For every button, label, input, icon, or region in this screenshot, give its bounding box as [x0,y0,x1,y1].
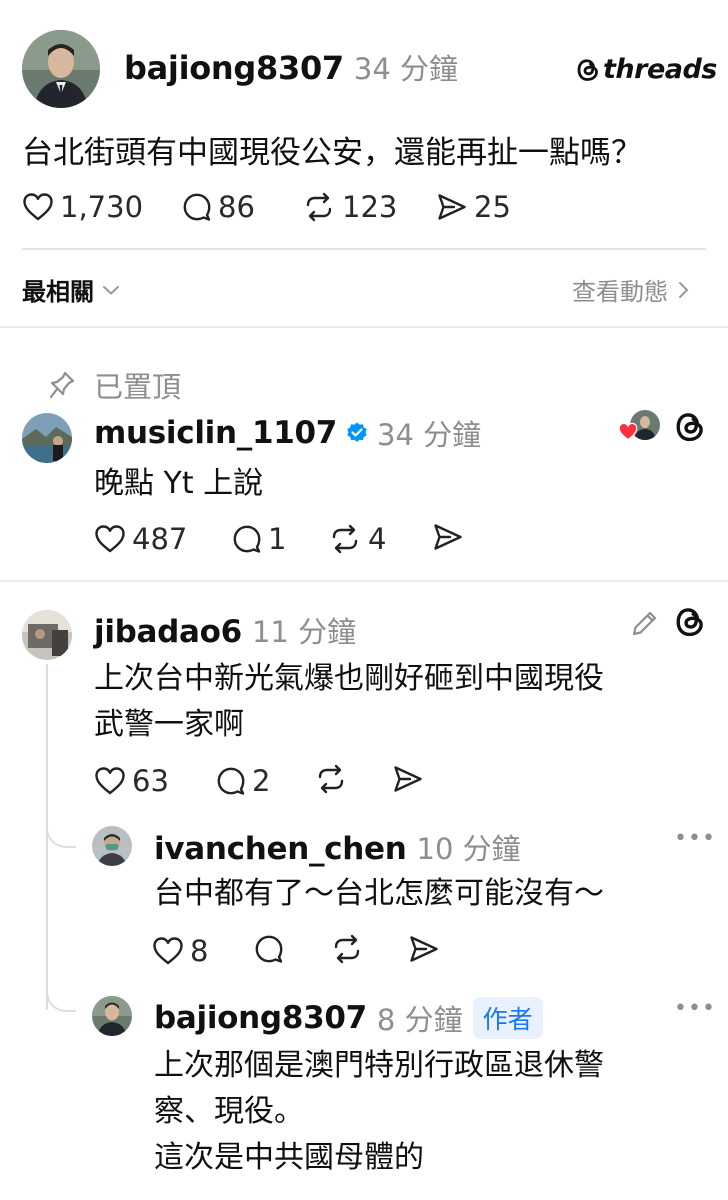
pinned-like-button[interactable]: 487 [94,522,187,556]
reply2-repost-button[interactable] [330,934,364,964]
post-text: 台北街頭有中國現役公安，還能再扯一點嗎？ [22,135,642,171]
section-separator [0,580,728,582]
share-button[interactable]: 25 [436,190,511,224]
send-icon [410,936,438,962]
reply2-text: 台中都有了～台北怎麼可能沒有～ [154,876,604,911]
repost-icon [332,524,358,554]
reply-avatar[interactable] [22,413,72,463]
threads-small-icon[interactable] [674,605,706,639]
reply-count: 86 [218,190,255,224]
post-divider [22,248,706,250]
edit-icon[interactable] [630,608,660,638]
heart-icon [23,193,53,221]
reply-username[interactable]: bajiong8307 [154,1000,367,1036]
comment-icon [183,193,211,221]
comment-icon [233,525,261,553]
reply-button[interactable]: 86 [182,190,255,224]
reply-time: 34 分鐘 [377,418,482,452]
reply2-header: ivanchen_chen 10 分鐘 [154,826,521,868]
reply1-text-line2: 武警一家啊 [94,707,244,742]
chevron-right-icon [679,281,689,298]
reply3-text-line2: 察、現役。 [154,1094,304,1129]
pinned-like-count: 487 [132,522,188,556]
author-username[interactable]: bajiong8307 [124,49,344,87]
comment-icon [255,935,283,963]
reply-username[interactable]: musiclin_1107 [94,415,337,451]
send-icon [434,524,462,550]
sort-dropdown[interactable]: 最相關 [22,272,120,307]
pinned-reply-text: 晚點 Yt 上說 [94,466,264,501]
pinned-reply-button[interactable]: 1 [232,522,286,556]
pinned-repost-button[interactable]: 4 [328,522,386,556]
post-time: 34 分鐘 [353,52,458,86]
pinned-indicator: 已置頂 [48,364,181,406]
pinned-label: 已置頂 [94,370,182,404]
like-button[interactable]: 1,730 [22,190,143,224]
reply2-like-count: 8 [190,934,209,968]
reply-time: 11 分鐘 [251,615,357,649]
threads-logo: threads [576,54,717,85]
reply3-text-line1: 上次那個是澳門特別行政區退休警 [154,1048,604,1083]
reply3-text: 上次那個是澳門特別行政區退休警 察、現役。 這次是中共國母體的 [154,1043,604,1181]
reply1-header: jibadao6 11 分鐘 [94,609,356,651]
repost-icon [306,192,332,222]
pinned-reply-header: musiclin_1107 34 分鐘 [94,412,481,454]
post-header: bajiong8307 34 分鐘 [124,46,458,88]
reply2-like-button[interactable]: 8 [152,934,208,968]
threads-logo-icon [577,58,598,81]
sort-label: 最相關 [22,278,94,306]
reply1-reply-button[interactable]: 2 [216,764,270,798]
repost-count: 123 [342,190,398,224]
reply1-text: 上次台中新光氣爆也剛好砸到中國現役 武警一家啊 [94,656,604,748]
pin-icon [49,371,75,399]
repost-button[interactable]: 123 [302,190,397,224]
reply1-like-count: 63 [132,764,169,798]
reply1-text-line1: 上次台中新光氣爆也剛好砸到中國現役 [94,661,604,696]
like-count: 1,730 [60,190,144,224]
heart-icon [95,525,125,553]
reply-username[interactable]: ivanchen_chen [154,831,407,867]
reply3-text-line3: 這次是中共國母體的 [154,1140,424,1175]
reply-time: 10 分鐘 [416,832,521,866]
verified-badge-icon [347,422,367,442]
repost-icon [334,934,360,964]
threads-small-icon[interactable] [674,410,706,444]
author-avatar[interactable] [22,30,100,108]
share-count: 25 [474,190,511,224]
heart-filled-icon [618,422,638,441]
threads-wordmark: threads [603,54,717,85]
reply1-like-button[interactable]: 63 [94,764,169,798]
repost-icon [318,764,344,794]
send-icon [438,194,466,220]
heart-icon [153,937,183,965]
author-badge: 作者 [472,997,543,1039]
thread-branch-2 [46,966,76,1012]
reply1-share-button[interactable] [392,764,424,794]
more-options-icon[interactable]: ••• [674,826,716,851]
author-liked-indicator [618,410,662,444]
more-options-icon[interactable]: ••• [674,996,716,1021]
reply1-repost-button[interactable] [314,764,348,794]
send-icon [394,766,422,792]
reply2-reply-button[interactable] [254,934,284,964]
pinned-repost-count: 4 [368,522,387,556]
reply-time: 8 分鐘 [376,1003,463,1037]
reply-avatar[interactable] [92,826,132,866]
reply2-share-button[interactable] [408,934,440,964]
section-separator [0,326,728,328]
comment-icon [217,767,245,795]
pinned-reply-count: 1 [268,522,287,556]
view-activity-link[interactable]: 查看動態 [572,272,689,307]
reply-avatar[interactable] [22,610,72,660]
heart-icon [95,767,125,795]
reply-avatar[interactable] [92,996,132,1036]
view-activity-label: 查看動態 [572,278,668,306]
pinned-share-button[interactable] [432,522,464,552]
reply1-reply-count: 2 [252,764,271,798]
reply-username[interactable]: jibadao6 [94,614,242,650]
thread-branch-1 [46,802,76,848]
chevron-down-icon [103,285,119,295]
reply3-header: bajiong8307 8 分鐘 作者 [154,997,543,1039]
